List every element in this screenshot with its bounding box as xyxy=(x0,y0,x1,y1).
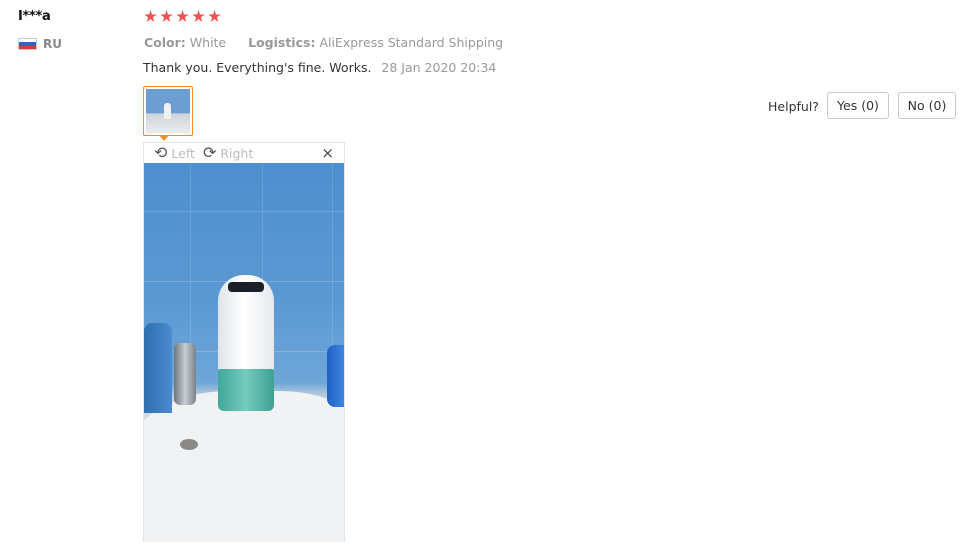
rotate-left-button[interactable]: ⟲ Left xyxy=(154,145,195,161)
review-photo xyxy=(144,163,344,542)
photo-viewer: ⟲ Left ⟳ Right × xyxy=(143,142,345,542)
helpful-yes-button[interactable]: Yes (0) xyxy=(827,92,889,119)
attr-logistics-value: AliExpress Standard Shipping xyxy=(319,35,504,50)
attr-color-key: Color: xyxy=(144,35,186,50)
attr-logistics-key: Logistics: xyxy=(248,35,316,50)
rotate-left-label: Left xyxy=(171,145,195,161)
helpful-no-button[interactable]: No (0) xyxy=(898,92,956,119)
review-body: Thank you. Everything's fine. Works. 28 … xyxy=(143,60,496,75)
rotate-right-label: Right xyxy=(220,145,254,161)
rotate-right-icon: ⟳ xyxy=(202,143,217,162)
rotate-left-icon: ⟲ xyxy=(154,143,168,162)
russia-flag-icon xyxy=(18,38,37,50)
star-icon xyxy=(160,10,173,22)
rotate-right-button[interactable]: ⟳ Right xyxy=(203,145,253,161)
close-icon[interactable]: × xyxy=(321,144,334,162)
review-text: Thank you. Everything's fine. Works. xyxy=(143,60,372,75)
reviewer-country: RU xyxy=(43,37,62,51)
reviewer-name: I***a xyxy=(18,9,51,24)
star-icon xyxy=(192,10,205,22)
review-photo-thumbnail[interactable] xyxy=(143,86,193,136)
review-date: 28 Jan 2020 20:34 xyxy=(381,60,497,75)
star-icon xyxy=(208,10,221,22)
thumbnail-image xyxy=(146,89,190,133)
helpful-label: Helpful? xyxy=(768,99,819,114)
star-icon xyxy=(144,10,157,22)
star-rating xyxy=(144,10,221,23)
thumbnail-pointer xyxy=(159,135,169,141)
review-attributes: Color: White Logistics: AliExpress Stand… xyxy=(144,35,503,50)
viewer-toolbar: ⟲ Left ⟳ Right × xyxy=(144,143,344,163)
attr-color-value: White xyxy=(189,35,227,50)
star-icon xyxy=(176,10,189,22)
